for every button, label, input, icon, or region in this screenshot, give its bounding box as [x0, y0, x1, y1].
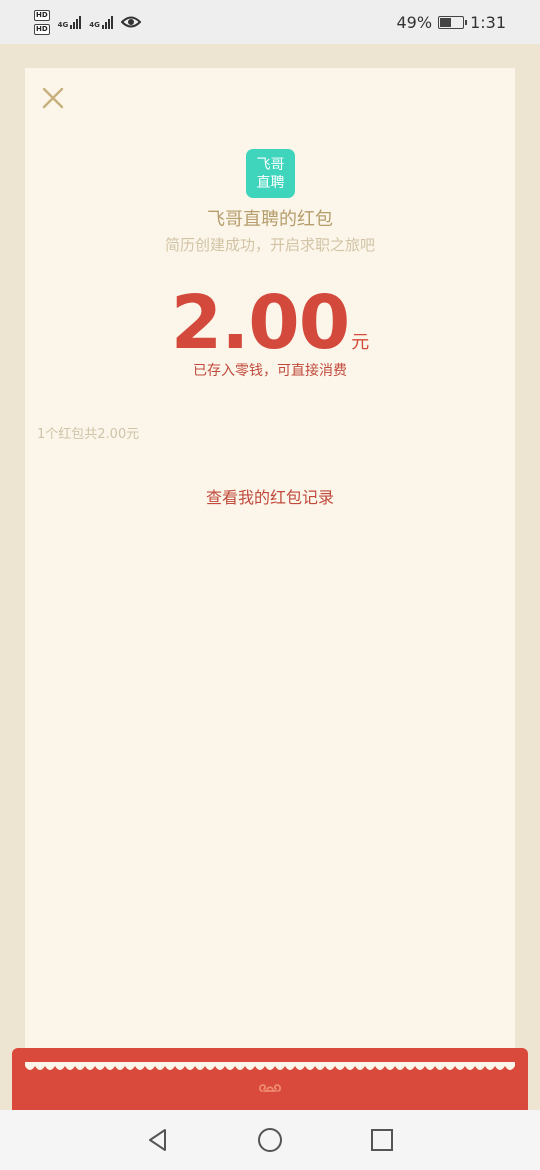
eye-icon	[120, 16, 141, 28]
cloud-knot-icon	[258, 1084, 282, 1092]
signal-icon: 4G	[58, 15, 82, 29]
amount-row: 2.00 元	[25, 280, 515, 366]
red-packet-card: 飞哥 直聘 飞哥直聘的红包 简历创建成功，开启求职之旅吧 2.00 元 已存入零钱…	[25, 68, 515, 1068]
amount-unit: 元	[351, 332, 370, 353]
packet-title: 飞哥直聘的红包	[207, 209, 333, 230]
status-bar: HD HD 4G 4G 49% 1:31	[0, 0, 540, 44]
app-logo-line2: 直聘	[256, 174, 285, 191]
home-icon[interactable]	[257, 1127, 283, 1153]
app-logo: 飞哥 直聘	[246, 149, 295, 198]
hd-icon: HD	[34, 23, 50, 35]
hd-icon: HD	[34, 9, 50, 21]
back-icon[interactable]	[145, 1127, 171, 1153]
battery-icon	[438, 15, 468, 29]
envelope-bottom	[12, 1048, 528, 1110]
stored-note: 已存入零钱，可直接消费	[193, 363, 347, 379]
amount-value: 2.00	[170, 280, 351, 366]
packet-summary: 1个红包共2.00元	[37, 427, 140, 442]
hd-icons: HD HD	[34, 9, 50, 35]
close-icon[interactable]	[41, 86, 65, 110]
battery-fill	[440, 17, 451, 27]
signal-icon: 4G	[89, 15, 113, 29]
navigation-bar	[0, 1110, 540, 1170]
packet-subtitle: 简历创建成功，开启求职之旅吧	[164, 236, 375, 254]
view-records-link[interactable]: 查看我的红包记录	[25, 484, 515, 508]
clock: 1:31	[470, 12, 506, 32]
scallop-edge	[25, 1062, 515, 1070]
status-left: HD HD 4G 4G	[34, 9, 141, 35]
recents-icon[interactable]	[369, 1127, 395, 1153]
app-logo-line1: 飞哥	[256, 156, 285, 173]
status-right: 49% 1:31	[397, 13, 507, 32]
battery-percent: 49%	[396, 12, 433, 32]
